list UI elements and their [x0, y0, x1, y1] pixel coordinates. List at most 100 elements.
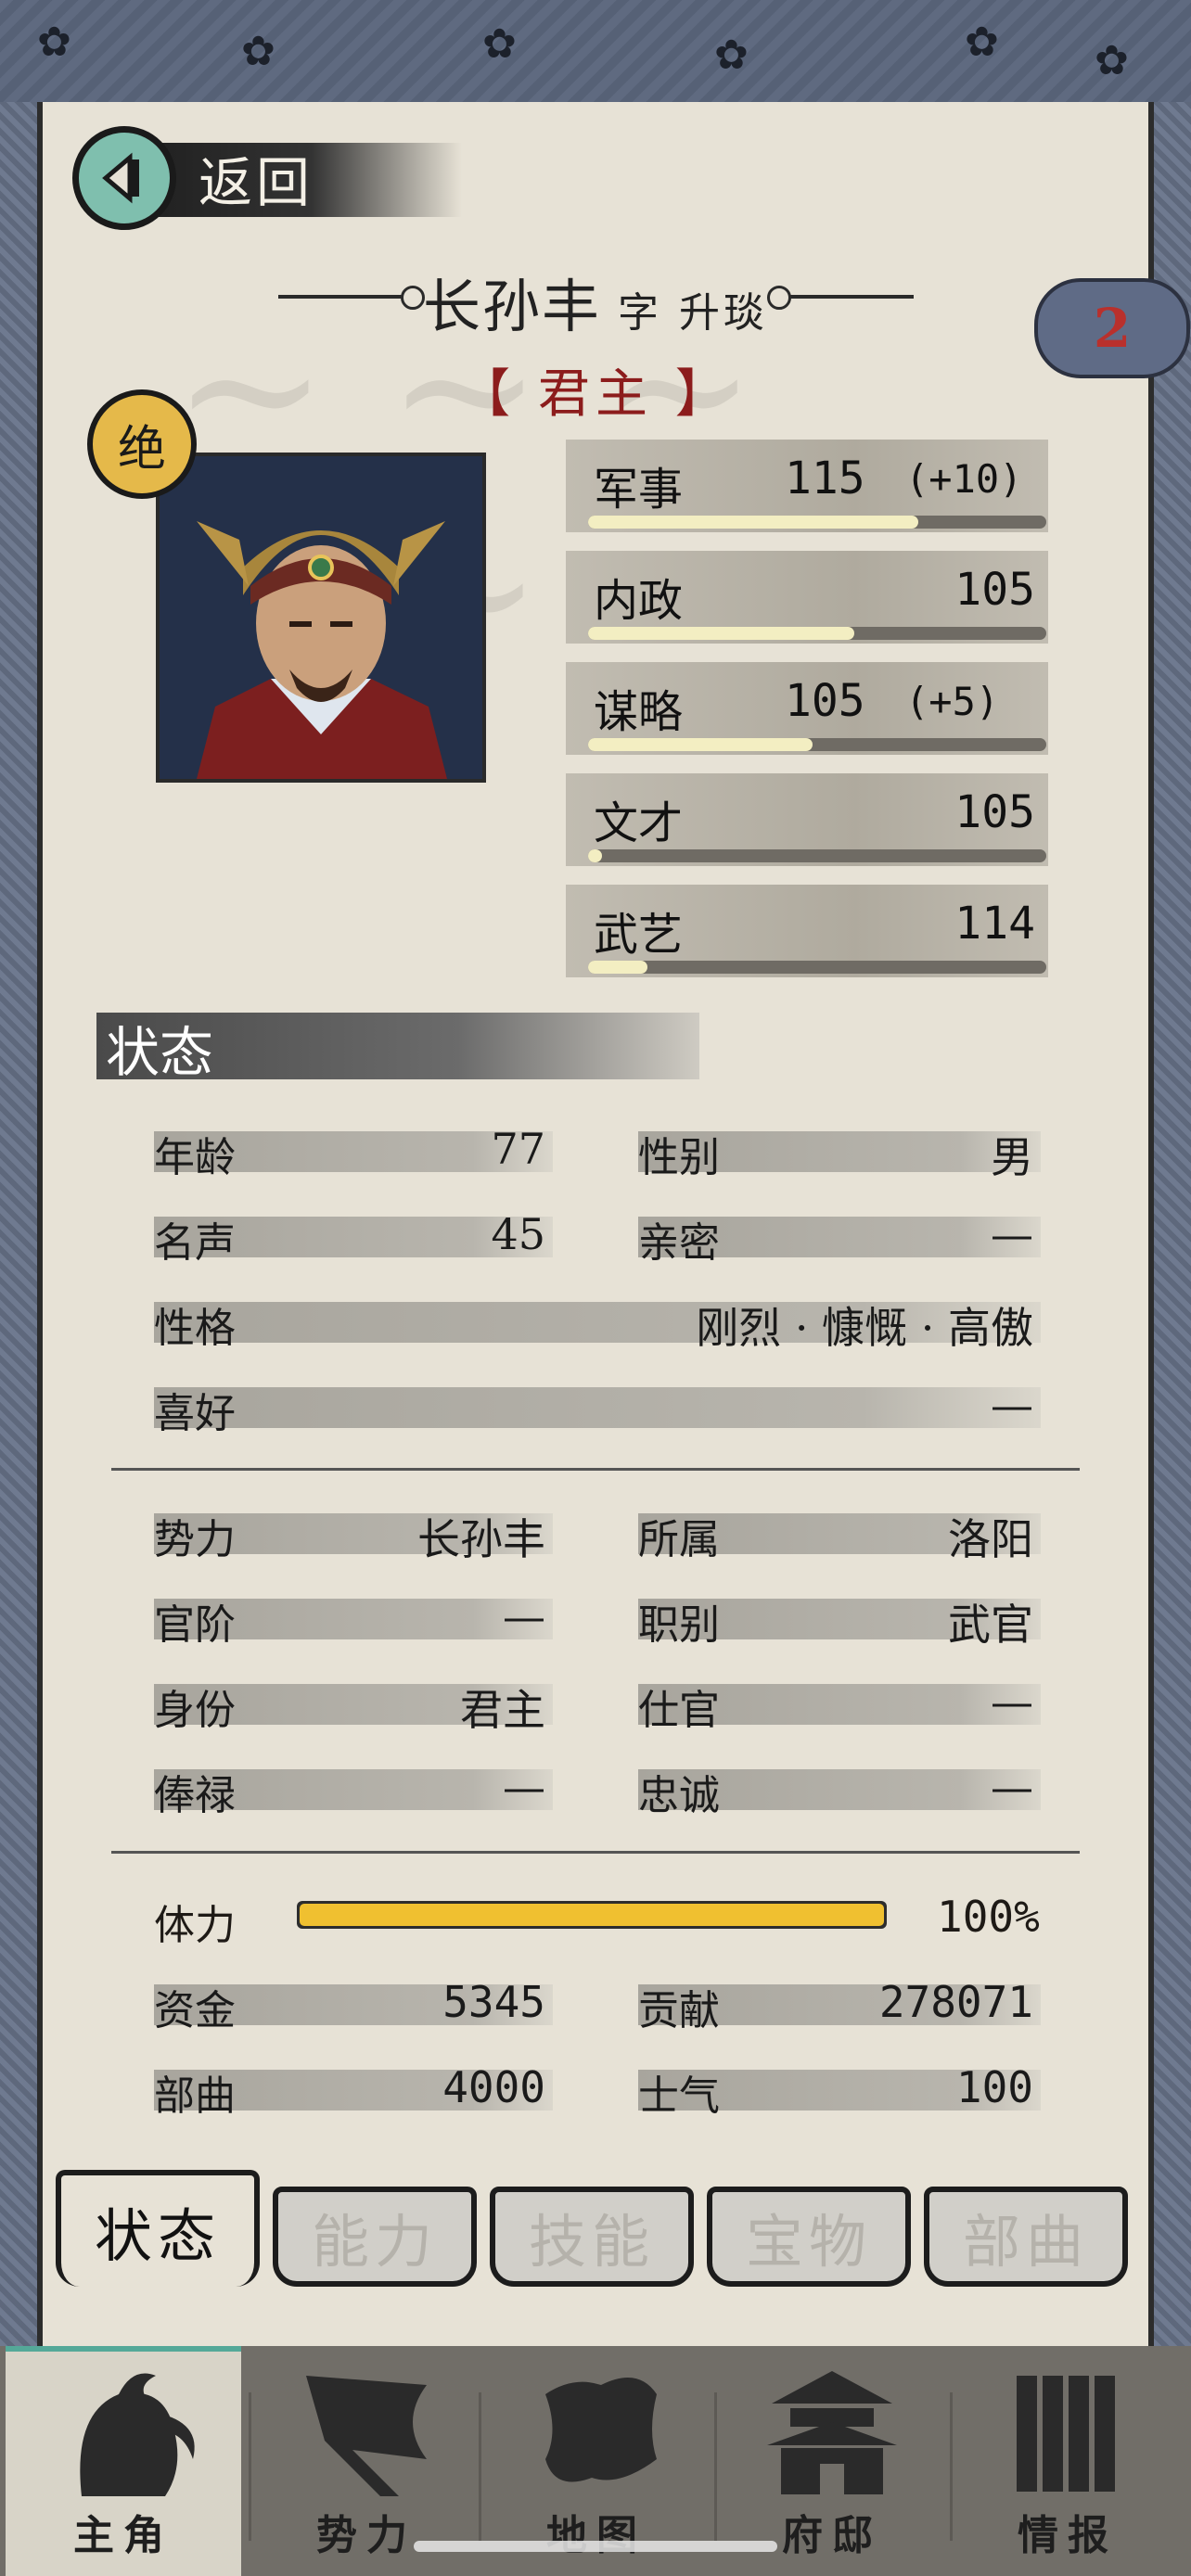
office-row: 官阶 — [154, 1589, 553, 1649]
age-row: 年龄 77 [154, 1122, 553, 1181]
map-icon [545, 2378, 657, 2482]
office-value: — [503, 1591, 545, 1641]
stat-bar-fill [588, 627, 854, 640]
flower-ornament-icon: ✿ [714, 32, 749, 79]
nav-protagonist[interactable]: 主角 [6, 2346, 241, 2576]
back-label: 返回 [198, 151, 314, 214]
stat-value: 105 [785, 675, 865, 727]
fame-value: 45 [491, 1209, 545, 1259]
status-section-title: 状态 [106, 1021, 214, 1084]
salary-value: — [503, 1762, 545, 1812]
troops-label: 部曲 [154, 2072, 236, 2120]
nav-intel[interactable]: 情报 [950, 2346, 1185, 2576]
funds-label: 资金 [154, 1987, 236, 2034]
stat-bar [588, 849, 1046, 862]
contribution-label: 贡献 [638, 1987, 720, 2034]
stat-bonus: (+10) [905, 456, 1023, 502]
post-label: 职别 [638, 1601, 720, 1649]
tab-treasures[interactable]: 宝物 [707, 2187, 911, 2287]
intimacy-row: 亲密 — [638, 1207, 1041, 1267]
top-banner: ✿ ✿ ✿ ✿ ✿ ✿ [0, 0, 1191, 108]
stat-label: 内政 [594, 575, 684, 627]
identity-label: 身份 [154, 1687, 236, 1734]
nav-protagonist-label: 主角 [73, 2512, 173, 2559]
hero-portrait[interactable] [156, 453, 486, 783]
cloud-badge-count: 2 [1093, 297, 1132, 360]
salary-row: 俸禄 — [154, 1760, 553, 1819]
stat-value: 105 [954, 786, 1035, 838]
service-row: 仕官 — [638, 1675, 1041, 1734]
loyalty-label: 忠诚 [638, 1772, 720, 1819]
age-value: 77 [491, 1124, 545, 1174]
stat-bar-fill [588, 849, 602, 862]
stat-bar [588, 738, 1046, 751]
tab-skills[interactable]: 技能 [490, 2187, 694, 2287]
mansion-icon [767, 2371, 897, 2496]
funds-value: 5345 [442, 1977, 545, 2027]
troops-row: 部曲 4000 [154, 2060, 553, 2120]
nav-map-label: 地图 [546, 2512, 647, 2559]
stat-row: 武艺 114 [566, 885, 1048, 977]
personality-value: 刚烈 · 慷慨 · 高傲 [696, 1303, 1033, 1353]
hobby-row: 喜好 — [154, 1378, 1041, 1437]
tab-status[interactable]: 状态 [56, 2170, 260, 2287]
stat-bar [588, 627, 1046, 640]
nav-faction-label: 势力 [316, 2512, 416, 2559]
nav-intel-label: 情报 [1018, 2512, 1118, 2559]
gender-row: 性别 男 [638, 1122, 1041, 1182]
stat-label: 武艺 [594, 909, 684, 961]
stat-label: 文才 [594, 797, 684, 849]
hero-courtesy-name: 字 升琰 [618, 289, 768, 337]
stamina-label: 体力 [154, 1902, 236, 1949]
stat-value: 114 [954, 898, 1035, 950]
back-arrow-icon [72, 126, 176, 230]
title-ornament-right [767, 286, 914, 310]
personality-label: 性格 [154, 1305, 236, 1352]
office-label: 官阶 [154, 1601, 236, 1649]
divider [111, 1851, 1080, 1854]
tab-ability[interactable]: 能力 [273, 2187, 477, 2287]
flower-ornament-icon: ✿ [482, 20, 517, 68]
gender-value: 男 [991, 1132, 1033, 1182]
fame-row: 名声 45 [154, 1207, 553, 1267]
general-portrait-icon [160, 456, 482, 779]
service-label: 仕官 [638, 1687, 720, 1734]
loyalty-row: 忠诚 — [638, 1760, 1041, 1819]
flag-icon [306, 2376, 427, 2496]
age-label: 年龄 [154, 1134, 236, 1181]
flower-ornament-icon: ✿ [37, 19, 71, 66]
contribution-value: 278071 [878, 1977, 1033, 2027]
stat-row: 谋略 105 (+5) [566, 662, 1048, 755]
title-ornament-left [278, 286, 425, 310]
faction-row: 势力 长孙丰 [154, 1504, 553, 1564]
back-button[interactable]: 返回 [72, 126, 462, 230]
morale-label: 士气 [638, 2072, 720, 2120]
home-indicator[interactable] [414, 2541, 777, 2552]
stat-bonus: (+5) [905, 679, 1000, 724]
stat-row: 文才 105 [566, 773, 1048, 866]
stamina-bar [297, 1901, 887, 1929]
flower-ornament-icon: ✿ [965, 19, 999, 66]
funds-row: 资金 5345 [154, 1975, 553, 2034]
stat-bar-fill [588, 961, 648, 974]
intimacy-value: — [991, 1209, 1033, 1259]
stat-row: 内政 105 [566, 551, 1048, 644]
nav-mansion-label: 府邸 [782, 2512, 882, 2559]
stat-value: 115 [785, 453, 865, 504]
bamboo-scroll-icon [1017, 2376, 1115, 2492]
intimacy-label: 亲密 [638, 1219, 720, 1267]
stat-bar-fill [588, 738, 813, 751]
personality-row: 性格 刚烈 · 慷慨 · 高傲 [154, 1293, 1041, 1353]
faction-value: 长孙丰 [417, 1514, 545, 1564]
stamina-value: 100% [937, 1892, 1040, 1942]
location-value: 洛阳 [948, 1514, 1033, 1564]
tab-troops[interactable]: 部曲 [924, 2187, 1128, 2287]
cloud-badge[interactable]: 2 [1034, 278, 1190, 378]
stat-bar [588, 961, 1046, 974]
divider [111, 1468, 1080, 1471]
flower-ornament-icon: ✿ [1095, 37, 1129, 84]
contribution-row: 贡献 278071 [638, 1975, 1041, 2034]
post-value: 武官 [948, 1600, 1033, 1650]
rarity-badge: 绝 [87, 389, 197, 499]
hero-title: 长孙丰字 升琰 [0, 260, 1191, 343]
